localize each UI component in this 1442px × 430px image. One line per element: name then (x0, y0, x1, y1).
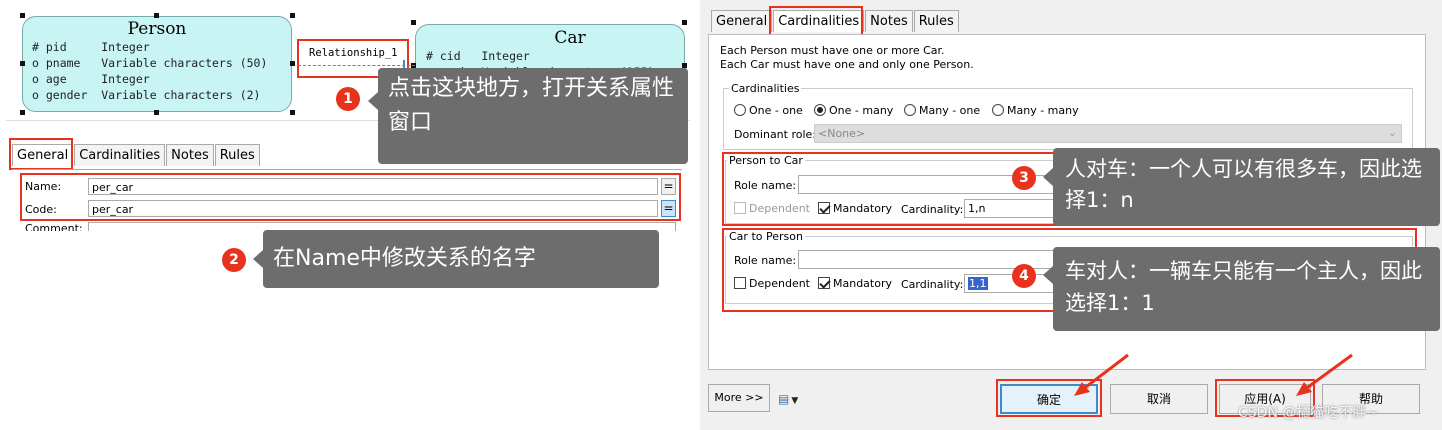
left-panel: Person # pid Integer o pname Variable ch… (0, 0, 700, 430)
radio-selected-icon (814, 104, 826, 116)
name-code-highlight (20, 173, 681, 221)
radio-many-one-label: Many - one (919, 104, 981, 117)
chevron-down-icon: ▼ (791, 396, 799, 406)
radio-icon (734, 104, 746, 116)
person-attr-age: o age Integer (32, 72, 150, 86)
car-attr-cid: # cid Integer (426, 49, 530, 63)
more-button[interactable]: More >> (708, 384, 770, 412)
selection-handle[interactable] (290, 61, 295, 66)
dominant-role-value: <None> (818, 127, 866, 140)
callout-2-pointer (253, 250, 263, 268)
callout-3: 人对车：一个人可以有很多车，因此选择1：n (1053, 148, 1440, 226)
callout-2: 在Name中修改关系的名字 (263, 230, 659, 288)
callout-3-pointer (1043, 168, 1053, 186)
person-title: Person (127, 19, 187, 39)
step-badge-2: 2 (222, 248, 246, 272)
description-line-2: Each Car must have one and only one Pers… (720, 58, 974, 71)
callout-2-text: 在Name中修改关系的名字 (273, 246, 536, 271)
relationship-line[interactable] (298, 65, 415, 66)
person-attr-gender: o gender Variable characters (2) (32, 88, 261, 102)
selection-handle[interactable] (682, 20, 687, 25)
step-badge-4: 4 (1012, 264, 1036, 288)
tab-rules[interactable]: Rules (913, 10, 959, 32)
selection-handle[interactable] (154, 110, 159, 115)
general-tab-highlight (9, 138, 73, 170)
selection-handle[interactable] (20, 13, 25, 18)
person-attr-pid: # pid Integer (32, 40, 150, 54)
selection-handle[interactable] (290, 110, 295, 115)
radio-many-many-label: Many - many (1007, 104, 1079, 117)
selection-handle[interactable] (154, 13, 159, 18)
person-attr-pname: o pname Variable characters (50) (32, 56, 268, 70)
selection-handle[interactable] (20, 61, 25, 66)
tab-rules[interactable]: Rules (214, 144, 260, 166)
radio-one-one[interactable]: One - one (734, 104, 803, 117)
description-line-1: Each Person must have one or more Car. (720, 44, 945, 57)
comment-label: Comment: (25, 223, 83, 231)
tab-notes[interactable]: Notes (166, 144, 214, 166)
dominant-role-label: Dominant role: (734, 128, 817, 141)
car-title: Car (554, 28, 586, 48)
person-entity[interactable]: Person # pid Integer o pname Variable ch… (22, 16, 292, 112)
callout-1-text: 点击这块地方，打开关系属性窗口 (388, 76, 675, 135)
report-icon[interactable]: ▤ ▼ (778, 392, 798, 406)
tab-cardinalities[interactable]: Cardinalities (74, 144, 166, 166)
selection-handle[interactable] (20, 110, 25, 115)
step-badge-3: 3 (1012, 166, 1036, 190)
radio-one-many[interactable]: One - many (814, 104, 893, 117)
callout-3-text: 人对车：一个人可以有很多车，因此选择1：n (1065, 157, 1422, 212)
tab-general[interactable]: General (711, 10, 773, 32)
arrow-to-ok-icon (1074, 353, 1129, 396)
radio-icon (904, 104, 916, 116)
selection-handle[interactable] (290, 13, 295, 18)
radio-one-one-label: One - one (749, 104, 803, 117)
callout-1: 点击这块地方，打开关系属性窗口 (378, 68, 688, 164)
selection-handle[interactable] (411, 20, 416, 25)
tab-notes[interactable]: Notes (865, 10, 913, 32)
radio-many-many[interactable]: Many - many (992, 104, 1079, 117)
radio-icon (992, 104, 1004, 116)
watermark: CSDN @橘猫吃不胖~ (1238, 405, 1379, 421)
callout-1-pointer (368, 92, 378, 110)
dominant-role-select[interactable]: <None> ⌄ (814, 124, 1402, 143)
cardinalities-tab-highlight (769, 6, 863, 36)
cardinalities-group-label: Cardinalities (729, 82, 802, 95)
radio-one-many-label: One - many (829, 104, 894, 117)
relationship-label[interactable]: Relationship_1 (309, 47, 398, 59)
chevron-down-icon: ⌄ (1387, 126, 1397, 139)
step-badge-1: 1 (336, 87, 360, 111)
callout-4-pointer (1043, 266, 1053, 284)
callout-4-text: 车对人：一辆车只能有一个主人，因此选择1：1 (1065, 259, 1422, 315)
radio-many-one[interactable]: Many - one (904, 104, 980, 117)
arrow-to-apply-icon (1296, 353, 1353, 396)
callout-4: 车对人：一辆车只能有一个主人，因此选择1：1 (1053, 247, 1440, 331)
